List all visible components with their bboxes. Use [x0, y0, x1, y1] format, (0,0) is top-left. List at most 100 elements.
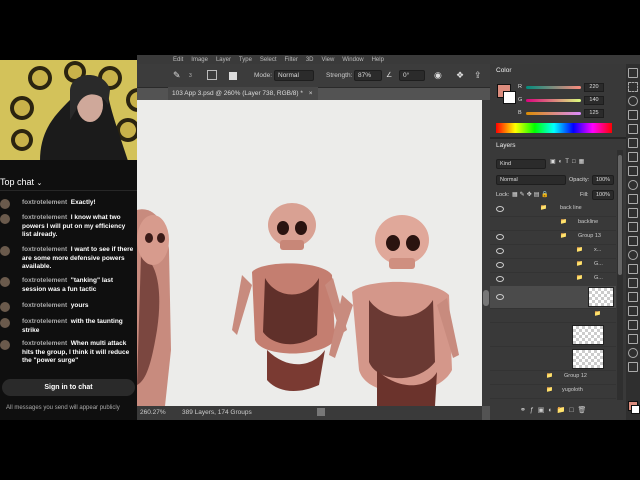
layer-actions-bar[interactable]: ⚭ƒ▣◐📁□🗑 — [520, 406, 620, 418]
dodge-tool-icon[interactable] — [628, 264, 638, 274]
green-value[interactable]: 140 — [584, 96, 604, 105]
menu-item-filter[interactable]: Filter — [285, 57, 298, 63]
visibility-eye-icon[interactable] — [496, 248, 504, 254]
type-tool-icon[interactable] — [628, 292, 638, 302]
brush-tool-icon[interactable] — [628, 180, 638, 190]
color-spectrum[interactable] — [496, 123, 612, 133]
layer-row[interactable]: 📁 back line — [490, 202, 616, 217]
eraser-tool-icon[interactable] — [628, 222, 638, 232]
menu-item-help[interactable]: Help — [372, 57, 384, 63]
clone-stamp-tool-icon[interactable] — [628, 194, 638, 204]
menu-item-edit[interactable]: Edit — [173, 57, 183, 63]
blue-slider[interactable] — [526, 112, 581, 115]
red-value[interactable]: 220 — [584, 83, 604, 92]
layer-row-selected[interactable] — [490, 286, 616, 309]
share-icon[interactable]: ⇪ — [474, 70, 482, 81]
pressure-icon[interactable]: ◉ — [434, 70, 442, 81]
layer-row[interactable]: 📁 — [490, 308, 616, 323]
symmetry-icon[interactable]: ❖ — [456, 70, 464, 81]
layer-row[interactable]: 📁 yugoloth — [490, 384, 616, 399]
menu-item-3d[interactable]: 3D — [306, 57, 314, 63]
fill-input[interactable]: 100% — [592, 190, 615, 200]
visibility-eye-icon[interactable] — [496, 276, 504, 282]
smudge-tool-icon[interactable] — [628, 250, 638, 260]
layers-panel-title[interactable]: Layers — [496, 142, 516, 149]
sign-in-button[interactable]: Sign in to chat — [2, 379, 135, 396]
visibility-eye-icon[interactable] — [496, 234, 504, 240]
red-slider[interactable] — [526, 86, 581, 89]
layer-row[interactable]: 📁 G... — [490, 258, 616, 273]
avatar — [0, 214, 10, 224]
fill-label: Fill: — [580, 192, 589, 198]
menu-item-layer[interactable]: Layer — [216, 57, 231, 63]
layer-row[interactable]: 📁 G... — [490, 272, 616, 287]
folder-icon: 📁 — [576, 261, 583, 267]
mode-select[interactable]: Normal — [274, 70, 314, 81]
layer-row[interactable]: 📁 Group 13 — [490, 230, 616, 245]
layer-row[interactable] — [490, 346, 616, 371]
vertical-scrollbar[interactable] — [482, 100, 490, 406]
eyedropper-tool-icon[interactable] — [628, 152, 638, 162]
opacity-input[interactable]: 100% — [592, 175, 615, 185]
crop-tool-icon[interactable] — [628, 124, 638, 134]
marquee-tool-icon[interactable] — [628, 82, 638, 92]
blend-mode-select[interactable]: Normal — [496, 175, 566, 185]
chat-header[interactable]: Top chat ⌄ — [0, 177, 42, 187]
horizontal-scroll-thumb[interactable] — [317, 408, 325, 416]
green-slider[interactable] — [526, 99, 581, 102]
more-tools-icon[interactable] — [628, 362, 638, 372]
layer-filter-select[interactable]: Kind — [496, 159, 546, 169]
color-panel-title[interactable]: Color — [496, 67, 512, 74]
move-tool-icon[interactable] — [628, 68, 638, 78]
avatar — [0, 277, 10, 287]
background-swatch[interactable] — [503, 91, 516, 104]
layers-scrollbar[interactable] — [617, 150, 623, 400]
gradient-tool-icon[interactable] — [628, 236, 638, 246]
brush-size[interactable]: 3 — [189, 73, 192, 79]
angle-input[interactable]: 0° — [399, 70, 425, 81]
layer-row[interactable]: 📁 x... — [490, 244, 616, 259]
document-info: 389 Layers, 174 Groups — [182, 409, 252, 416]
layer-row[interactable]: 📁 Group 12 — [490, 370, 616, 385]
history-brush-tool-icon[interactable] — [628, 208, 638, 218]
lasso-tool-icon[interactable] — [628, 96, 638, 106]
document-tab[interactable]: 103 App 3.psd @ 260% (Layer 738, RGB/8) … — [168, 87, 318, 100]
visibility-eye-icon[interactable] — [496, 294, 504, 300]
layers-scrollbar-thumb[interactable] — [618, 155, 622, 275]
close-icon[interactable]: × — [309, 90, 313, 97]
zoom-level[interactable]: 260.27% — [140, 409, 166, 416]
menu-item-select[interactable]: Select — [260, 57, 277, 63]
hand-tool-icon[interactable] — [628, 334, 638, 344]
menu-item-window[interactable]: Window — [342, 57, 363, 63]
pen-tool-icon[interactable] — [628, 278, 638, 288]
smudge-tool-icon[interactable]: ✎ — [173, 70, 181, 81]
avatar — [0, 199, 10, 209]
layer-name: Group 13 — [578, 233, 601, 239]
visibility-eye-icon[interactable] — [496, 206, 504, 212]
canvas[interactable] — [137, 100, 482, 406]
path-selection-tool-icon[interactable] — [628, 306, 638, 316]
menu-item-image[interactable]: Image — [191, 57, 208, 63]
layer-name: x... — [594, 247, 602, 253]
layer-filter-icons[interactable]: ▣◐T□▦ — [550, 158, 587, 165]
layer-row[interactable]: 📁 backline — [490, 216, 616, 231]
visibility-eye-icon[interactable] — [496, 262, 504, 268]
toolbar-background-swatch[interactable] — [631, 405, 640, 414]
layer-row[interactable] — [490, 322, 616, 347]
menu-item-view[interactable]: View — [321, 57, 334, 63]
scrollbar-thumb[interactable] — [483, 290, 489, 306]
strength-input[interactable]: 87% — [354, 70, 382, 81]
frame-tool-icon[interactable] — [628, 138, 638, 148]
lock-icons[interactable]: ▦✎✥▤🔒 — [512, 191, 551, 198]
blue-value[interactable]: 125 — [584, 109, 604, 118]
opacity-label: Opacity: — [569, 177, 590, 183]
brush-panel-icon[interactable] — [229, 72, 237, 80]
healing-brush-tool-icon[interactable] — [628, 166, 638, 176]
rectangle-tool-icon[interactable] — [628, 320, 638, 330]
brush-settings-icon[interactable] — [207, 70, 217, 80]
menu-item-type[interactable]: Type — [239, 57, 252, 63]
menu-bar: Edit Image Layer Type Select Filter 3D V… — [137, 55, 640, 64]
quick-select-tool-icon[interactable] — [628, 110, 638, 120]
zoom-tool-icon[interactable] — [628, 348, 638, 358]
layer-name: yugoloth — [562, 387, 583, 393]
